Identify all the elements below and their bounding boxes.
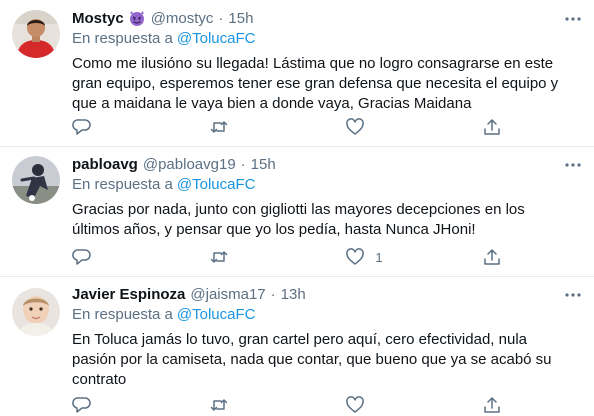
reply-button[interactable] [72, 395, 112, 415]
reply-context: En respuesta a @TolucaFC [72, 30, 256, 47]
reply-icon [72, 397, 91, 413]
display-name[interactable]: Mostyc [72, 10, 124, 27]
reply-icon [72, 249, 91, 265]
tweet-actions: 1 [72, 246, 502, 268]
user-handle[interactable]: @jaisma17 [190, 286, 265, 303]
like-count: 1 [375, 249, 383, 265]
user-handle[interactable]: @mostyc [151, 10, 214, 27]
tweet-text: Como me ilusióno su llegada! Lástima que… [72, 55, 559, 112]
retweet-icon [210, 399, 227, 411]
avatar[interactable] [12, 10, 60, 58]
retweet-button[interactable] [209, 247, 249, 267]
reply-context: En respuesta a @TolucaFC [72, 176, 256, 193]
tweet-header: Mostyc @mostyc · 15h [72, 8, 253, 28]
reply-mention-link[interactable]: @TolucaFC [177, 30, 256, 47]
avatar[interactable] [12, 156, 60, 204]
separator-dot: · [240, 155, 246, 173]
heart-icon [346, 248, 365, 265]
tweet[interactable]: Javier Espinoza @jaisma17 · 13h En respu… [0, 276, 594, 413]
like-button[interactable]: 1 [345, 247, 385, 267]
heart-icon [346, 396, 365, 413]
tweet-text: En Toluca jamás lo tuvo, gran cartel per… [72, 331, 552, 388]
user-handle[interactable]: @pabloavg19 [143, 156, 236, 173]
share-button[interactable] [482, 395, 502, 415]
retweet-icon [210, 121, 227, 133]
tweet-header: pabloavg @pabloavg19 · 15h [72, 154, 276, 174]
tweet[interactable]: pabloavg @pabloavg19 · 15h En respuesta … [0, 146, 594, 277]
share-icon [484, 249, 500, 265]
reply-prefix: En respuesta a [72, 306, 173, 323]
like-button[interactable] [345, 117, 385, 137]
reply-button[interactable] [72, 247, 112, 267]
timestamp[interactable]: 15h [228, 10, 253, 27]
retweet-button[interactable] [209, 117, 249, 137]
separator-dot: · [270, 285, 276, 303]
share-icon [484, 397, 500, 413]
more-options-icon[interactable] [564, 286, 582, 304]
smiling-devil-emoji-icon [128, 9, 146, 27]
tweet[interactable]: Mostyc @mostyc · 15h En respuesta a @Tol… [0, 0, 594, 147]
retweet-button[interactable] [209, 395, 249, 415]
reply-context: En respuesta a @TolucaFC [72, 306, 256, 323]
avatar[interactable] [12, 288, 60, 336]
share-icon [484, 119, 500, 135]
reply-prefix: En respuesta a [72, 30, 173, 47]
reply-button[interactable] [72, 117, 112, 137]
reply-icon [72, 119, 91, 135]
timestamp[interactable]: 13h [281, 286, 306, 303]
retweet-icon [210, 251, 227, 263]
reply-mention-link[interactable]: @TolucaFC [177, 176, 256, 193]
share-button[interactable] [482, 117, 502, 137]
tweet-text: Gracias por nada, junto con gigliotti la… [72, 201, 525, 238]
timestamp[interactable]: 15h [251, 156, 276, 173]
reply-mention-link[interactable]: @TolucaFC [177, 306, 256, 323]
reply-prefix: En respuesta a [72, 176, 173, 193]
more-options-icon[interactable] [564, 10, 582, 28]
reply-feed: Mostyc @mostyc · 15h En respuesta a @Tol… [0, 0, 594, 413]
like-button[interactable] [345, 395, 385, 415]
display-name[interactable]: Javier Espinoza [72, 286, 185, 303]
share-button[interactable] [482, 247, 502, 267]
tweet-actions [72, 116, 502, 138]
display-name[interactable]: pabloavg [72, 156, 138, 173]
tweet-actions [72, 394, 502, 416]
more-options-icon[interactable] [564, 156, 582, 174]
tweet-header: Javier Espinoza @jaisma17 · 13h [72, 284, 306, 304]
separator-dot: · [218, 9, 224, 27]
heart-icon [346, 118, 365, 135]
